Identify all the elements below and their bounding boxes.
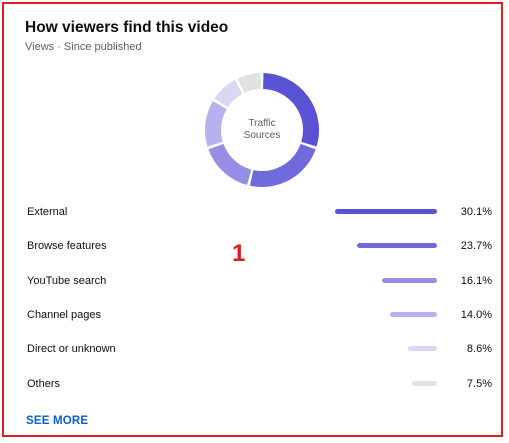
traffic-source-bar (335, 209, 437, 214)
annotation-marker: 1 (232, 240, 246, 267)
traffic-source-percent: 14.0% (460, 308, 492, 321)
traffic-source-label: External (27, 206, 68, 218)
traffic-source-percent: 8.6% (466, 343, 492, 356)
traffic-source-label: Channel pages (27, 308, 102, 321)
traffic-source-bar (382, 277, 437, 283)
donut-slice-others[interactable] (237, 73, 262, 94)
traffic-source-label: Direct or unknown (27, 343, 116, 356)
traffic-source-percent: 23.7% (460, 240, 492, 253)
traffic-source-row-external[interactable]: External 30.1% (0, 203, 509, 221)
traffic-source-bar (411, 380, 437, 386)
donut-slice-direct-or-unknown[interactable] (214, 79, 243, 108)
traffic-sources-donut: Traffic Sources (204, 72, 320, 188)
traffic-source-percent: 7.5% (466, 377, 492, 390)
donut-center-line1: Traffic (248, 118, 276, 129)
traffic-source-label: Others (27, 377, 61, 390)
traffic-source-row-direct-or-unknown[interactable]: Direct or unknown 8.6% (0, 340, 509, 358)
traffic-source-row-channel-pages[interactable]: Channel pages 14.0% (0, 306, 509, 324)
card-title: How viewers find this video (25, 19, 229, 36)
traffic-source-row-browse-features[interactable]: Browse features 23.7% (0, 237, 509, 255)
traffic-source-row-others[interactable]: Others 7.5% (0, 375, 509, 393)
traffic-source-bar (407, 346, 437, 352)
card-subtitle: Views · Since published (25, 41, 142, 53)
traffic-source-label: Browse features (27, 240, 107, 253)
donut-center-label: Traffic Sources (204, 118, 320, 142)
donut-center-line2: Sources (243, 130, 281, 141)
traffic-source-bar (356, 243, 437, 249)
traffic-source-percent: 30.1% (460, 206, 492, 218)
donut-slice-browse-features[interactable] (249, 143, 316, 187)
donut-slice-youtube-search[interactable] (208, 143, 252, 186)
traffic-source-label: YouTube search (27, 274, 107, 287)
traffic-source-row-youtube-search[interactable]: YouTube search 16.1% (0, 272, 509, 290)
see-more-link[interactable]: SEE MORE (26, 415, 88, 427)
traffic-source-percent: 16.1% (460, 274, 492, 287)
traffic-source-bar (389, 311, 437, 317)
